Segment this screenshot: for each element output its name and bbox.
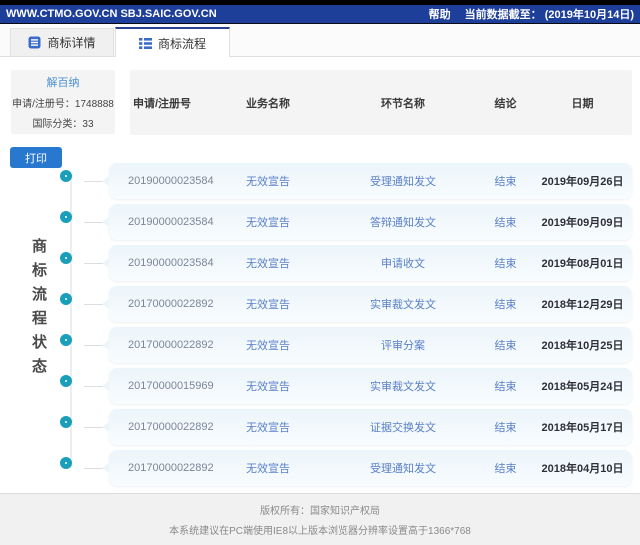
column-header-reg-no: 申请/注册号 <box>133 97 192 110</box>
row-date: 2018年12月29日 <box>541 299 624 311</box>
tab-label: 商标详情 <box>47 36 96 50</box>
tab-trademark-details[interactable]: 商标详情 <box>10 28 114 56</box>
copyright-line: 版权所有：国家知识产权局 <box>260 506 380 517</box>
row-business: 无效宣告 <box>246 217 290 229</box>
column-header-business: 业务名称 <box>246 97 290 110</box>
timeline-node-icon <box>60 170 72 182</box>
help-link[interactable]: 帮助 <box>429 6 451 22</box>
flow-row[interactable]: 20190000023584 无效宣告 申请收文 结束 2019年08月01日 <box>102 245 632 281</box>
row-date: 2019年09月26日 <box>541 176 624 188</box>
row-business: 无效宣告 <box>246 381 290 393</box>
row-bubble-tail-icon <box>102 422 109 432</box>
timeline-connector <box>84 181 103 182</box>
row-reg-no: 20170000022892 <box>128 339 214 351</box>
list-icon <box>138 37 152 50</box>
row-reg-no: 20190000023584 <box>128 257 214 269</box>
row-conclusion: 结束 <box>494 217 517 229</box>
row-conclusion: 结束 <box>494 463 517 475</box>
international-class: 国际分类：33 <box>32 119 94 130</box>
tab-trademark-flow[interactable]: 商标流程 <box>115 27 230 57</box>
row-date: 2019年08月01日 <box>541 258 624 270</box>
trademark-name[interactable]: 解百纳 <box>47 74 80 90</box>
flow-row[interactable]: 20170000022892 无效宣告 受理通知发文 结束 2018年04月10日 <box>102 450 632 486</box>
column-header-step: 环节名称 <box>381 97 425 110</box>
row-reg-no: 20170000015969 <box>128 380 214 392</box>
row-bubble-tail-icon <box>102 258 109 268</box>
browser-advice-line: 本系统建议在PC端使用IE8以上版本浏览器分辨率设置高于1366*768 <box>169 526 471 537</box>
row-bubble-tail-icon <box>102 340 109 350</box>
timeline-connector <box>84 304 103 305</box>
row-reg-no: 20170000022892 <box>128 421 214 433</box>
row-business: 无效宣告 <box>246 258 290 270</box>
row-reg-no: 20190000023584 <box>128 175 214 187</box>
row-date: 2018年10月25日 <box>541 340 624 352</box>
column-header-conclusion: 结论 <box>494 97 517 110</box>
row-bubble-tail-icon <box>102 463 109 473</box>
row-step: 实审裁文发文 <box>370 299 436 311</box>
row-step: 受理通知发文 <box>370 463 436 475</box>
timeline-node-icon <box>60 375 72 387</box>
site-title: WWW.CTMO.GOV.CN SBJ.SAIC.GOV.CN <box>6 8 217 20</box>
row-date: 2018年05月17日 <box>541 422 624 434</box>
row-bubble-tail-icon <box>102 381 109 391</box>
print-button[interactable]: 打印 <box>10 147 62 168</box>
row-step: 答辩通知发文 <box>370 217 436 229</box>
timeline-node-icon <box>60 211 72 223</box>
timeline-node-icon <box>60 293 72 305</box>
table-header-row: 申请/注册号 业务名称 环节名称 结论 日期 <box>130 70 632 135</box>
trademark-info-panel: 解百纳 申请/注册号：1748888 国际分类：33 <box>11 70 115 134</box>
tab-label: 商标流程 <box>157 36 206 51</box>
row-reg-no: 20190000023584 <box>128 216 214 228</box>
row-step: 评审分案 <box>381 340 425 352</box>
row-business: 无效宣告 <box>246 176 290 188</box>
document-icon <box>28 36 41 49</box>
row-step: 受理通知发文 <box>370 176 436 188</box>
row-reg-no: 20170000022892 <box>128 462 214 474</box>
row-business: 无效宣告 <box>246 299 290 311</box>
column-header-date: 日期 <box>571 97 594 110</box>
flow-row[interactable]: 20170000022892 无效宣告 实审裁文发文 结束 2018年12月29日 <box>102 286 632 322</box>
registration-number: 申请/注册号：1748888 <box>12 99 114 110</box>
site-header-bar: WWW.CTMO.GOV.CN SBJ.SAIC.GOV.CN 帮助 当前数据截… <box>0 5 640 24</box>
flow-row[interactable]: 20190000023584 无效宣告 答辩通知发文 结束 2019年09月09日 <box>102 204 632 240</box>
timeline-connector <box>84 468 103 469</box>
row-conclusion: 结束 <box>494 422 517 434</box>
row-date: 2018年05月24日 <box>541 381 624 393</box>
flow-status-vertical-label: 商标流程状态 <box>30 238 47 382</box>
row-bubble-tail-icon <box>102 299 109 309</box>
row-business: 无效宣告 <box>246 340 290 352</box>
timeline-node-icon <box>60 252 72 264</box>
timeline-connector <box>84 345 103 346</box>
row-business: 无效宣告 <box>246 463 290 475</box>
row-reg-no: 20170000022892 <box>128 298 214 310</box>
data-as-of-label: 当前数据截至： (2019年10月14日) <box>464 9 634 21</box>
timeline-connector <box>84 386 103 387</box>
row-conclusion: 结束 <box>494 176 517 188</box>
row-conclusion: 结束 <box>494 258 517 270</box>
row-step: 申请收文 <box>381 258 425 270</box>
row-conclusion: 结束 <box>494 299 517 311</box>
row-conclusion: 结束 <box>494 340 517 352</box>
row-step: 证据交换发文 <box>370 422 436 434</box>
row-bubble-tail-icon <box>102 176 109 186</box>
timeline-connector <box>84 427 103 428</box>
flow-row[interactable]: 20170000015969 无效宣告 实审裁文发文 结束 2018年05月24日 <box>102 368 632 404</box>
flow-row[interactable]: 20190000023584 无效宣告 受理通知发文 结束 2019年09月26日 <box>102 163 632 199</box>
row-date: 2019年09月09日 <box>541 217 624 229</box>
row-date: 2018年04月10日 <box>541 463 624 475</box>
row-business: 无效宣告 <box>246 422 290 434</box>
timeline-node-icon <box>60 334 72 346</box>
row-bubble-tail-icon <box>102 217 109 227</box>
flow-row[interactable]: 20170000022892 无效宣告 评审分案 结束 2018年10月25日 <box>102 327 632 363</box>
timeline-node-icon <box>60 457 72 469</box>
tab-bar: 商标详情 商标流程 <box>0 24 640 57</box>
timeline-connector <box>84 222 103 223</box>
page-footer: 版权所有：国家知识产权局 本系统建议在PC端使用IE8以上版本浏览器分辨率设置高… <box>0 493 640 545</box>
row-step: 实审裁文发文 <box>370 381 436 393</box>
flow-row[interactable]: 20170000022892 无效宣告 证据交换发文 结束 2018年05月17日 <box>102 409 632 445</box>
flow-rows-container: 20190000023584 无效宣告 受理通知发文 结束 2019年09月26日 201… <box>102 163 632 491</box>
timeline-node-icon <box>60 416 72 428</box>
row-conclusion: 结束 <box>494 381 517 393</box>
timeline-connector <box>84 263 103 264</box>
